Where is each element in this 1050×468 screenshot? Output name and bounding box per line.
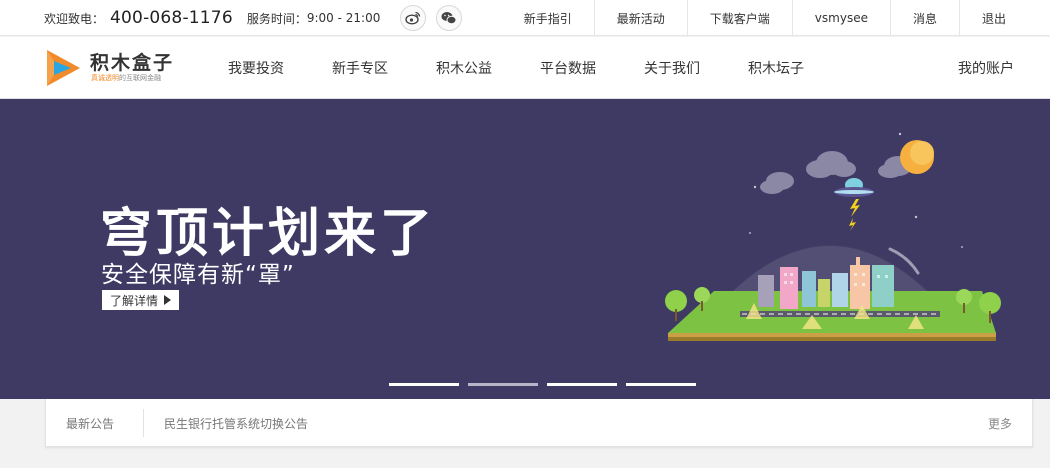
logo-mark-icon (47, 50, 80, 86)
main-nav: 我要投资 新手专区 积木公益 平台数据 关于我们 积木坛子 (214, 37, 838, 99)
carousel-indicators (389, 383, 705, 386)
nav-forum[interactable]: 积木坛子 (734, 37, 818, 99)
service-hours: 9:00 - 21:00 (306, 11, 381, 25)
learn-more-button[interactable]: 了解详情 (102, 290, 180, 310)
logo-tagline-rest: 的互联网金融 (119, 74, 161, 82)
nav-about-us[interactable]: 关于我们 (630, 37, 714, 99)
my-account-link[interactable]: 我的账户 (958, 37, 1014, 99)
hours-label: 服务时间： (246, 11, 307, 26)
carousel-dot-active[interactable] (468, 383, 538, 386)
top-bar: 欢迎致电： 400-068-1176 服务时间： 9:00 - 21:00 新手… (0, 0, 1050, 36)
link-username[interactable]: vsmysee (791, 0, 890, 36)
divider (143, 409, 144, 437)
announcement-label: 最新公告 (66, 416, 115, 431)
logo-tagline: 真诚透明的互联网金融 (91, 73, 161, 83)
top-links: 新手指引 最新活动 下载客户端 vsmysee 消息 退出 (502, 0, 1028, 36)
carousel-dot[interactable] (626, 383, 696, 386)
logo-name: 积木盒子 (90, 52, 175, 74)
dome-city-illustration (665, 132, 1001, 341)
banner-subtitle: 安全保障有新“罩” (101, 262, 295, 288)
play-arrow-icon (164, 295, 172, 305)
link-beginner-guide[interactable]: 新手指引 (502, 0, 594, 36)
carousel-dot[interactable] (389, 383, 459, 386)
learn-more-label: 了解详情 (110, 293, 159, 308)
link-download-client[interactable]: 下载客户端 (686, 0, 792, 36)
logo-tagline-accent: 真诚透明 (91, 74, 119, 82)
carousel-dot[interactable] (547, 383, 617, 386)
wechat-icon[interactable] (436, 5, 463, 31)
site-logo[interactable]: 积木盒子 真诚透明的互联网金融 (44, 47, 194, 89)
nav-charity[interactable]: 积木公益 (422, 37, 506, 99)
nav-newbie-zone[interactable]: 新手专区 (318, 37, 402, 99)
weibo-icon[interactable] (400, 5, 427, 31)
main-header: 积木盒子 真诚透明的互联网金融 我要投资 新手专区 积木公益 平台数据 关于我们… (0, 37, 1050, 99)
more-link[interactable]: 更多 (988, 399, 1012, 447)
phone-label: 欢迎致电： (44, 11, 105, 26)
announcement-link[interactable]: 民生银行托管系统切换公告 (164, 399, 308, 447)
link-latest-events[interactable]: 最新活动 (593, 0, 687, 36)
nav-invest[interactable]: 我要投资 (214, 37, 298, 99)
link-logout[interactable]: 退出 (958, 0, 1028, 36)
announcement-bar: 最新公告 民生银行托管系统切换公告 更多 (45, 399, 1033, 447)
nav-platform-data[interactable]: 平台数据 (526, 37, 610, 99)
link-messages[interactable]: 消息 (889, 0, 959, 36)
contact-info: 欢迎致电： 400-068-1176 服务时间： 9:00 - 21:00 (44, 0, 463, 36)
phone-number: 400-068-1176 (110, 8, 233, 28)
hero-banner[interactable]: 穹顶计划来了 安全保障有新“罩” 了解详情 (0, 99, 1050, 399)
